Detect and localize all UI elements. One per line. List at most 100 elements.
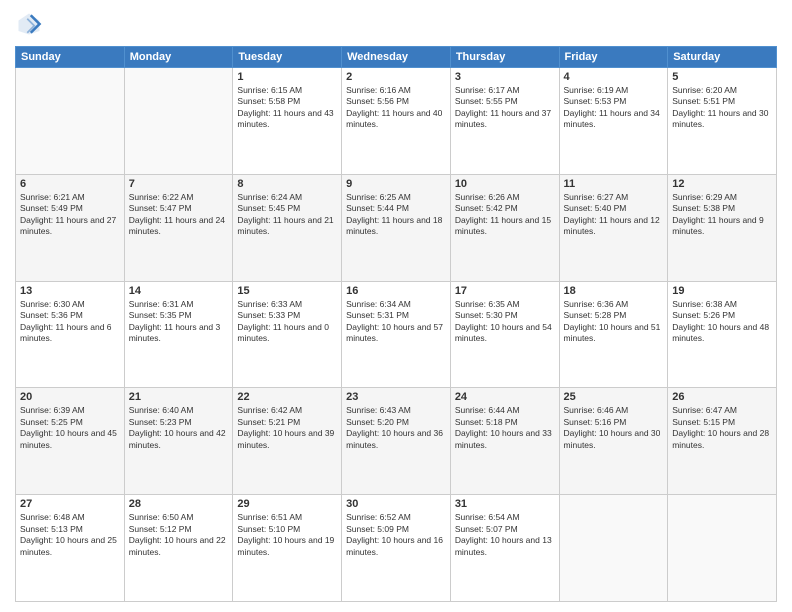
calendar-cell: 15 Sunrise: 6:33 AMSunset: 5:33 PMDayligh…	[233, 281, 342, 388]
cell-content: Sunrise: 6:50 AMSunset: 5:12 PMDaylight:…	[129, 512, 229, 558]
day-number: 20	[20, 391, 120, 403]
calendar-cell: 13 Sunrise: 6:30 AMSunset: 5:36 PMDayligh…	[16, 281, 125, 388]
cell-content: Sunrise: 6:48 AMSunset: 5:13 PMDaylight:…	[20, 512, 120, 558]
cell-content: Sunrise: 6:54 AMSunset: 5:07 PMDaylight:…	[455, 512, 555, 558]
calendar-header-row: SundayMondayTuesdayWednesdayThursdayFrid…	[16, 47, 777, 68]
col-header-tuesday: Tuesday	[233, 47, 342, 68]
day-number: 22	[237, 391, 337, 403]
cell-content: Sunrise: 6:21 AMSunset: 5:49 PMDaylight:…	[20, 192, 120, 238]
week-row-3: 13 Sunrise: 6:30 AMSunset: 5:36 PMDayligh…	[16, 281, 777, 388]
calendar-cell: 14 Sunrise: 6:31 AMSunset: 5:35 PMDayligh…	[124, 281, 233, 388]
col-header-thursday: Thursday	[450, 47, 559, 68]
week-row-4: 20 Sunrise: 6:39 AMSunset: 5:25 PMDayligh…	[16, 388, 777, 495]
week-row-2: 6 Sunrise: 6:21 AMSunset: 5:49 PMDaylight…	[16, 174, 777, 281]
day-number: 23	[346, 391, 446, 403]
cell-content: Sunrise: 6:42 AMSunset: 5:21 PMDaylight:…	[237, 405, 337, 451]
day-number: 12	[672, 178, 772, 190]
day-number: 17	[455, 285, 555, 297]
cell-content: Sunrise: 6:46 AMSunset: 5:16 PMDaylight:…	[564, 405, 664, 451]
cell-content: Sunrise: 6:39 AMSunset: 5:25 PMDaylight:…	[20, 405, 120, 451]
calendar-cell: 10Sunrise: 6:26 AMSunset: 5:42 PMDayligh…	[450, 174, 559, 281]
calendar-cell: 31 Sunrise: 6:54 AMSunset: 5:07 PMDayligh…	[450, 495, 559, 602]
calendar-cell: 6 Sunrise: 6:21 AMSunset: 5:49 PMDaylight…	[16, 174, 125, 281]
cell-content: Sunrise: 6:30 AMSunset: 5:36 PMDaylight:…	[20, 299, 120, 345]
day-number: 15	[237, 285, 337, 297]
day-number: 28	[129, 498, 229, 510]
day-number: 18	[564, 285, 664, 297]
cell-content: Sunrise: 6:52 AMSunset: 5:09 PMDaylight:…	[346, 512, 446, 558]
cell-content: Sunrise: 6:24 AMSunset: 5:45 PMDaylight:…	[237, 192, 337, 238]
cell-content: Sunrise: 6:38 AMSunset: 5:26 PMDaylight:…	[672, 299, 772, 345]
day-number: 1	[237, 71, 337, 83]
calendar-cell: 21 Sunrise: 6:40 AMSunset: 5:23 PMDayligh…	[124, 388, 233, 495]
calendar-cell	[16, 68, 125, 175]
cell-content: Sunrise: 6:43 AMSunset: 5:20 PMDaylight:…	[346, 405, 446, 451]
calendar-cell: 2 Sunrise: 6:16 AMSunset: 5:56 PMDaylight…	[342, 68, 451, 175]
calendar-cell: 30Sunrise: 6:52 AMSunset: 5:09 PMDayligh…	[342, 495, 451, 602]
calendar-cell: 23 Sunrise: 6:43 AMSunset: 5:20 PMDayligh…	[342, 388, 451, 495]
calendar-cell: 9Sunrise: 6:25 AMSunset: 5:44 PMDaylight…	[342, 174, 451, 281]
calendar-cell: 25Sunrise: 6:46 AMSunset: 5:16 PMDayligh…	[559, 388, 668, 495]
cell-content: Sunrise: 6:15 AMSunset: 5:58 PMDaylight:…	[237, 85, 337, 131]
week-row-5: 27 Sunrise: 6:48 AMSunset: 5:13 PMDayligh…	[16, 495, 777, 602]
cell-content: Sunrise: 6:29 AMSunset: 5:38 PMDaylight:…	[672, 192, 772, 238]
cell-content: Sunrise: 6:44 AMSunset: 5:18 PMDaylight:…	[455, 405, 555, 451]
day-number: 16	[346, 285, 446, 297]
logo-icon	[15, 10, 43, 38]
day-number: 24	[455, 391, 555, 403]
calendar-cell	[668, 495, 777, 602]
calendar-cell: 11 Sunrise: 6:27 AMSunset: 5:40 PMDayligh…	[559, 174, 668, 281]
day-number: 27	[20, 498, 120, 510]
day-number: 6	[20, 178, 120, 190]
cell-content: Sunrise: 6:16 AMSunset: 5:56 PMDaylight:…	[346, 85, 446, 131]
calendar-cell: 5Sunrise: 6:20 AMSunset: 5:51 PMDaylight…	[668, 68, 777, 175]
calendar-cell: 27 Sunrise: 6:48 AMSunset: 5:13 PMDayligh…	[16, 495, 125, 602]
calendar-cell: 28 Sunrise: 6:50 AMSunset: 5:12 PMDayligh…	[124, 495, 233, 602]
calendar-cell: 4Sunrise: 6:19 AMSunset: 5:53 PMDaylight…	[559, 68, 668, 175]
col-header-friday: Friday	[559, 47, 668, 68]
cell-content: Sunrise: 6:20 AMSunset: 5:51 PMDaylight:…	[672, 85, 772, 131]
calendar-cell: 17 Sunrise: 6:35 AMSunset: 5:30 PMDayligh…	[450, 281, 559, 388]
header	[15, 10, 777, 38]
cell-content: Sunrise: 6:31 AMSunset: 5:35 PMDaylight:…	[129, 299, 229, 345]
day-number: 3	[455, 71, 555, 83]
col-header-saturday: Saturday	[668, 47, 777, 68]
cell-content: Sunrise: 6:27 AMSunset: 5:40 PMDaylight:…	[564, 192, 664, 238]
day-number: 21	[129, 391, 229, 403]
cell-content: Sunrise: 6:40 AMSunset: 5:23 PMDaylight:…	[129, 405, 229, 451]
cell-content: Sunrise: 6:35 AMSunset: 5:30 PMDaylight:…	[455, 299, 555, 345]
day-number: 2	[346, 71, 446, 83]
cell-content: Sunrise: 6:33 AMSunset: 5:33 PMDaylight:…	[237, 299, 337, 345]
calendar-cell: 8 Sunrise: 6:24 AMSunset: 5:45 PMDaylight…	[233, 174, 342, 281]
day-number: 31	[455, 498, 555, 510]
day-number: 13	[20, 285, 120, 297]
day-number: 7	[129, 178, 229, 190]
day-number: 9	[346, 178, 446, 190]
calendar-cell: 18 Sunrise: 6:36 AMSunset: 5:28 PMDayligh…	[559, 281, 668, 388]
day-number: 11	[564, 178, 664, 190]
week-row-1: 1 Sunrise: 6:15 AMSunset: 5:58 PMDaylight…	[16, 68, 777, 175]
calendar-cell: 20 Sunrise: 6:39 AMSunset: 5:25 PMDayligh…	[16, 388, 125, 495]
day-number: 26	[672, 391, 772, 403]
col-header-monday: Monday	[124, 47, 233, 68]
calendar-cell: 19 Sunrise: 6:38 AMSunset: 5:26 PMDayligh…	[668, 281, 777, 388]
day-number: 4	[564, 71, 664, 83]
col-header-sunday: Sunday	[16, 47, 125, 68]
calendar-cell: 1 Sunrise: 6:15 AMSunset: 5:58 PMDaylight…	[233, 68, 342, 175]
day-number: 14	[129, 285, 229, 297]
calendar-table: SundayMondayTuesdayWednesdayThursdayFrid…	[15, 46, 777, 602]
day-number: 8	[237, 178, 337, 190]
cell-content: Sunrise: 6:36 AMSunset: 5:28 PMDaylight:…	[564, 299, 664, 345]
calendar-cell: 24 Sunrise: 6:44 AMSunset: 5:18 PMDayligh…	[450, 388, 559, 495]
calendar-cell	[559, 495, 668, 602]
day-number: 29	[237, 498, 337, 510]
cell-content: Sunrise: 6:34 AMSunset: 5:31 PMDaylight:…	[346, 299, 446, 345]
cell-content: Sunrise: 6:26 AMSunset: 5:42 PMDaylight:…	[455, 192, 555, 238]
calendar-cell: 7Sunrise: 6:22 AMSunset: 5:47 PMDaylight…	[124, 174, 233, 281]
day-number: 19	[672, 285, 772, 297]
calendar-cell	[124, 68, 233, 175]
calendar-cell: 22 Sunrise: 6:42 AMSunset: 5:21 PMDayligh…	[233, 388, 342, 495]
cell-content: Sunrise: 6:51 AMSunset: 5:10 PMDaylight:…	[237, 512, 337, 558]
logo	[15, 10, 47, 38]
calendar-cell: 12 Sunrise: 6:29 AMSunset: 5:38 PMDayligh…	[668, 174, 777, 281]
